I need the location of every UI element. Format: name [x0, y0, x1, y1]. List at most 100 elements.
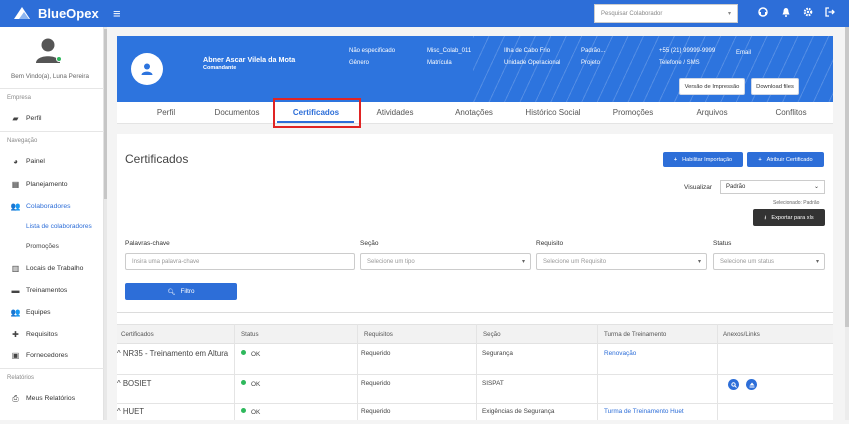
status-cell: OK: [241, 350, 260, 358]
certificate-name[interactable]: ^ BOSIET: [117, 379, 229, 389]
users-icon: 👥: [10, 202, 21, 211]
calendar-icon: ▦: [11, 180, 20, 189]
sidebar-item-label: Planejamento: [26, 181, 68, 188]
turma-link[interactable]: Renovação: [604, 350, 636, 357]
sidebar-item-label: Perfil: [26, 115, 42, 122]
menu-toggle-icon[interactable]: ≡: [113, 6, 121, 21]
tab-historico-social[interactable]: Histórico Social: [525, 108, 580, 117]
plus-icon: +: [758, 156, 762, 163]
chevron-up-icon[interactable]: ^: [117, 407, 121, 416]
sidebar-subitem-promocoes[interactable]: Promoções: [26, 243, 59, 250]
assign-certificate-button[interactable]: + Atribuir Certificado: [747, 152, 824, 167]
secao-cell: Exigências de Segurança: [482, 408, 555, 415]
sidebar-item-locais[interactable]: ▥ Locais de Trabalho: [11, 264, 84, 273]
secao-select[interactable]: Selecione um tipo ▾: [360, 253, 531, 270]
app-name: BlueOpex: [38, 5, 99, 21]
turma-link[interactable]: Turma de Treinamento Huet: [604, 408, 684, 415]
sidebar-subitem-lista-colaboradores[interactable]: Lista de colaboradores: [26, 223, 92, 230]
secao-label: Seção: [360, 240, 379, 247]
download-files-button[interactable]: Download files: [751, 78, 799, 95]
chevron-down-icon: ▾: [815, 259, 819, 265]
sidebar-item-treinamentos[interactable]: ▬ Treinamentos: [11, 286, 68, 295]
status-dot-icon: [241, 380, 246, 385]
user-avatar[interactable]: [34, 36, 62, 64]
collaborator-search-select[interactable]: Pesquisar Colaborador ▾: [594, 4, 738, 23]
select-placeholder: Selecione um Requisito: [543, 259, 607, 265]
visualizar-select[interactable]: Padrão ⌄: [720, 180, 825, 194]
sidebar-item-meus-relatorios[interactable]: ⎙ Meus Relatórios: [11, 394, 75, 403]
scrollbar-thumb[interactable]: [845, 27, 849, 327]
profile-name: Abner Ascar Vilela da Mota: [203, 55, 296, 64]
select-value: Padrão: [726, 184, 746, 190]
button-label: Filtro: [180, 288, 195, 295]
chevron-down-icon: ⌄: [813, 184, 819, 190]
column-header-requisitos: Requisitos: [364, 331, 393, 338]
bell-icon[interactable]: [781, 7, 791, 21]
tab-perfil[interactable]: Perfil: [157, 108, 175, 117]
logout-icon[interactable]: [825, 7, 835, 21]
profile-field-label: Gênero: [349, 60, 370, 66]
box-icon: ▣: [11, 351, 20, 360]
profile-tabs: Perfil Documentos Certificados Atividade…: [117, 102, 833, 124]
divider: [0, 88, 104, 89]
export-xls-button[interactable]: ⭳ Exportar para xls: [753, 209, 825, 226]
column-header-anexos: Anexos/Links: [723, 331, 760, 338]
requisito-select[interactable]: Selecione um Requisito ▾: [536, 253, 707, 270]
sidebar-item-requisitos[interactable]: ✚ Requisitos: [11, 330, 58, 339]
divider: [0, 368, 104, 369]
profile-field-value: Misc_Colab_011: [427, 48, 472, 54]
tab-atividades[interactable]: Atividades: [377, 108, 414, 117]
scrollbar-thumb[interactable]: [104, 29, 107, 199]
page-scrollbar[interactable]: [845, 27, 849, 420]
briefcase-icon: ▰: [12, 114, 19, 123]
dashboard-icon: ◕: [13, 157, 18, 166]
sidebar-item-equipes[interactable]: 👥 Equipes: [11, 308, 51, 317]
support-icon[interactable]: [758, 7, 768, 21]
status-text: OK: [251, 409, 261, 416]
certificate-name[interactable]: ^ NR35 - Treinamento em Altura: [117, 349, 229, 359]
tab-promocoes[interactable]: Promoções: [613, 108, 653, 117]
status-label: Status: [713, 240, 732, 247]
divider: [117, 312, 833, 313]
keywords-input[interactable]: Insira uma palavra-chave: [125, 253, 355, 270]
sidebar-item-perfil[interactable]: ▰ Perfil: [11, 114, 42, 123]
column-header-secao: Seção: [483, 331, 501, 338]
profile-field-label: Unidade Operacional: [504, 60, 561, 66]
status-text: OK: [251, 351, 261, 358]
top-navbar: BlueOpex ≡ Pesquisar Colaborador ▾: [0, 0, 849, 27]
profile-header: Abner Ascar Vilela da Mota Comandante Nã…: [117, 36, 833, 102]
section-relatorios: Relatórios: [7, 375, 35, 381]
online-status-dot: [56, 56, 62, 62]
printer-icon: ⎙: [12, 393, 19, 403]
tab-documentos[interactable]: Documentos: [215, 108, 260, 117]
tab-anotacoes[interactable]: Anotações: [455, 108, 493, 117]
sidebar-item-colaboradores[interactable]: 👥 Colaboradores: [11, 202, 71, 211]
print-version-button[interactable]: Versão de Impressão: [679, 78, 745, 95]
filter-button[interactable]: 🔍︎ Filtro: [125, 283, 237, 300]
tab-arquivos[interactable]: Arquivos: [696, 108, 727, 117]
sidebar-scrollbar[interactable]: [104, 27, 107, 420]
building-icon: ▥: [11, 264, 20, 273]
select-placeholder: Selecione um tipo: [367, 259, 415, 265]
chevron-up-icon[interactable]: ^: [117, 349, 121, 358]
team-icon: 👥: [10, 308, 21, 317]
sidebar-item-planejamento[interactable]: ▦ Planejamento: [11, 180, 68, 189]
welcome-text: Bem Vindo(a), Luna Pereira: [11, 73, 89, 80]
status-select[interactable]: Selecione um status ▾: [713, 253, 825, 270]
user-icon: [141, 63, 153, 75]
secao-cell: SISPAT: [482, 380, 504, 387]
tab-conflitos[interactable]: Conflitos: [775, 108, 806, 117]
enable-import-button[interactable]: + Habilitar Importação: [663, 152, 743, 167]
requisito-cell: Requerido: [361, 408, 391, 415]
sidebar-item-painel[interactable]: ◕ Painel: [11, 157, 45, 166]
app-logo[interactable]: BlueOpex: [12, 5, 99, 21]
sidebar-item-label: Treinamentos: [26, 287, 68, 294]
gear-icon[interactable]: [803, 7, 813, 21]
certificate-name[interactable]: ^ HUET: [117, 407, 229, 417]
status-dot-icon: [241, 350, 246, 355]
chevron-up-icon[interactable]: ^: [117, 379, 121, 388]
search-attachment-icon[interactable]: [728, 379, 739, 390]
sidebar-item-fornecedores[interactable]: ▣ Fornecedores: [11, 351, 68, 360]
profile-field-value: Ilha de Cabo Frio: [504, 48, 551, 54]
upload-icon[interactable]: [746, 379, 757, 390]
